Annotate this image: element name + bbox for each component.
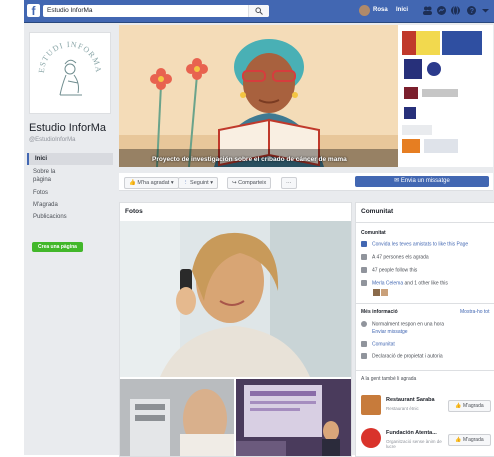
rss-icon: ⋮: [183, 180, 189, 186]
divider: [356, 222, 494, 223]
suggestion-image[interactable]: [361, 395, 381, 415]
user-name-link[interactable]: Rosa: [373, 7, 388, 13]
nav-item-posts[interactable]: Publicacions: [27, 211, 113, 223]
suggestion-category: Organització sense ànim de lucre: [386, 439, 442, 449]
page-action-bar: 👍 M'ha agradat ▾ ⋮ Seguint ▾ ↪ Compartei…: [119, 173, 493, 191]
more-info-title: Més informació: [361, 309, 398, 315]
clock-icon: [361, 321, 367, 327]
more-options-button[interactable]: ···: [281, 177, 297, 189]
photo-presentation[interactable]: [236, 379, 351, 456]
related-pages-title: A la gent també li agrada: [361, 376, 417, 382]
photo-mammography[interactable]: [120, 379, 234, 456]
suggestion-category: Restaurant ètnic: [386, 406, 419, 411]
page-handle[interactable]: @EstudioInforMa: [29, 137, 75, 143]
estudi-informa-logo: ESTUDI INFORMA: [37, 40, 103, 96]
send-message-button[interactable]: ✉ Envia un missatge: [355, 176, 489, 187]
messages-icon[interactable]: [436, 5, 447, 16]
likes-count-row: A 47 persones els agrada: [361, 254, 429, 260]
sponsor-logos: [398, 25, 493, 167]
suggestion-name[interactable]: Fundación Atenta...: [386, 430, 437, 436]
page-profile-picture[interactable]: ESTUDI INFORMA: [29, 32, 111, 114]
followers-count-row: 47 people follow this: [361, 267, 417, 273]
friend-avatar[interactable]: [381, 289, 388, 296]
search-input[interactable]: Estudio InforMa: [47, 7, 93, 14]
cover-photo[interactable]: Proyecto de investigación sobre el criba…: [119, 25, 493, 167]
thumbs-up-icon: 👍: [129, 180, 136, 186]
help-icon[interactable]: ?: [466, 5, 477, 16]
suggestion-like-button[interactable]: 👍 M'agrada: [448, 400, 491, 412]
suggestion-name[interactable]: Restaurant Saraba: [386, 397, 435, 403]
cover-illustration: [119, 25, 398, 167]
top-navigation-bar: f Estudio InforMa Rosa Inici ?: [24, 0, 494, 23]
page-title[interactable]: Estudio InforMa: [29, 122, 106, 134]
share-arrow-icon: ↪: [232, 180, 237, 186]
like-page-button[interactable]: 👍 M'ha agradat ▾: [124, 177, 179, 189]
share-button[interactable]: ↪ Comparteix: [227, 177, 272, 189]
sponsor-logos-graphic: [402, 31, 482, 153]
thumbs-up-icon: 👍: [455, 437, 462, 443]
messenger-icon: ✉: [394, 178, 400, 184]
photos-section: Fotos: [119, 202, 352, 457]
nav-item-photos[interactable]: Fotos: [27, 187, 113, 199]
menu-icon[interactable]: [480, 5, 491, 16]
suggestion-image[interactable]: [361, 428, 381, 448]
suggestion-like-button[interactable]: 👍 M'agrada: [448, 434, 491, 446]
invite-icon: [361, 241, 367, 247]
globe-icon[interactable]: [450, 5, 461, 16]
friends-like-row[interactable]: Merla Celema and 1 other like this: [361, 280, 448, 286]
category-icon: [361, 341, 367, 347]
svg-text:?: ?: [470, 8, 474, 15]
user-avatar[interactable]: [359, 5, 370, 16]
nav-item-home[interactable]: Inici: [27, 153, 113, 165]
community-section-label[interactable]: Comunitat: [361, 230, 386, 236]
svg-text:ESTUDI INFORMA: ESTUDI INFORMA: [37, 40, 103, 74]
divider: [356, 303, 494, 304]
community-panel: Comunitat Comunitat Convida les teves am…: [355, 202, 494, 457]
facebook-page: f Estudio InforMa Rosa Inici ? ESTUDI IN…: [24, 0, 494, 457]
search-icon: [255, 7, 263, 15]
thumbs-up-icon: 👍: [455, 403, 462, 409]
facebook-logo-icon[interactable]: f: [27, 4, 40, 18]
community-title: Comunitat: [361, 208, 394, 215]
nav-item-about[interactable]: Sobre la pàgina: [27, 165, 79, 187]
cover-caption: Proyecto de investigación sobre el criba…: [152, 156, 347, 163]
home-link[interactable]: Inici: [396, 7, 408, 13]
document-icon: [361, 353, 367, 359]
photo-woman-on-phone[interactable]: [120, 221, 351, 377]
ownership-row[interactable]: Declaració de propietat i autoria: [361, 353, 443, 359]
photo-woman-on-phone-image: [120, 221, 351, 377]
photo-presentation-image: [236, 379, 351, 456]
show-all-link[interactable]: Mostra-ho tot: [460, 309, 489, 315]
invite-friends-row[interactable]: Convida les teves amistats to like this …: [361, 241, 468, 247]
logo-text: ESTUDI INFORMA: [37, 40, 102, 74]
divider: [356, 370, 494, 371]
category-row[interactable]: Comunitat: [361, 341, 395, 347]
page-navigation: Inici Sobre la pàgina Fotos M'agrada Pub…: [27, 153, 113, 223]
rss-icon: [361, 267, 367, 273]
follow-button[interactable]: ⋮ Seguint ▾: [178, 177, 218, 189]
send-message-link[interactable]: Enviar missatge: [372, 329, 408, 335]
friend-avatar[interactable]: [373, 289, 380, 296]
friends-icon: [361, 280, 367, 286]
photo-mammography-image: [120, 379, 234, 456]
photos-title[interactable]: Fotos: [125, 208, 143, 215]
create-page-button[interactable]: Crea una pàgina: [32, 242, 83, 252]
nav-item-likes[interactable]: M'agrada: [27, 199, 113, 211]
thumbs-up-icon: [361, 254, 367, 260]
friends-icon[interactable]: [422, 5, 433, 16]
response-time-row: Normalment respon en una hora: [361, 321, 444, 327]
search-button[interactable]: [248, 5, 269, 17]
search-box[interactable]: Estudio InforMa: [43, 5, 269, 17]
